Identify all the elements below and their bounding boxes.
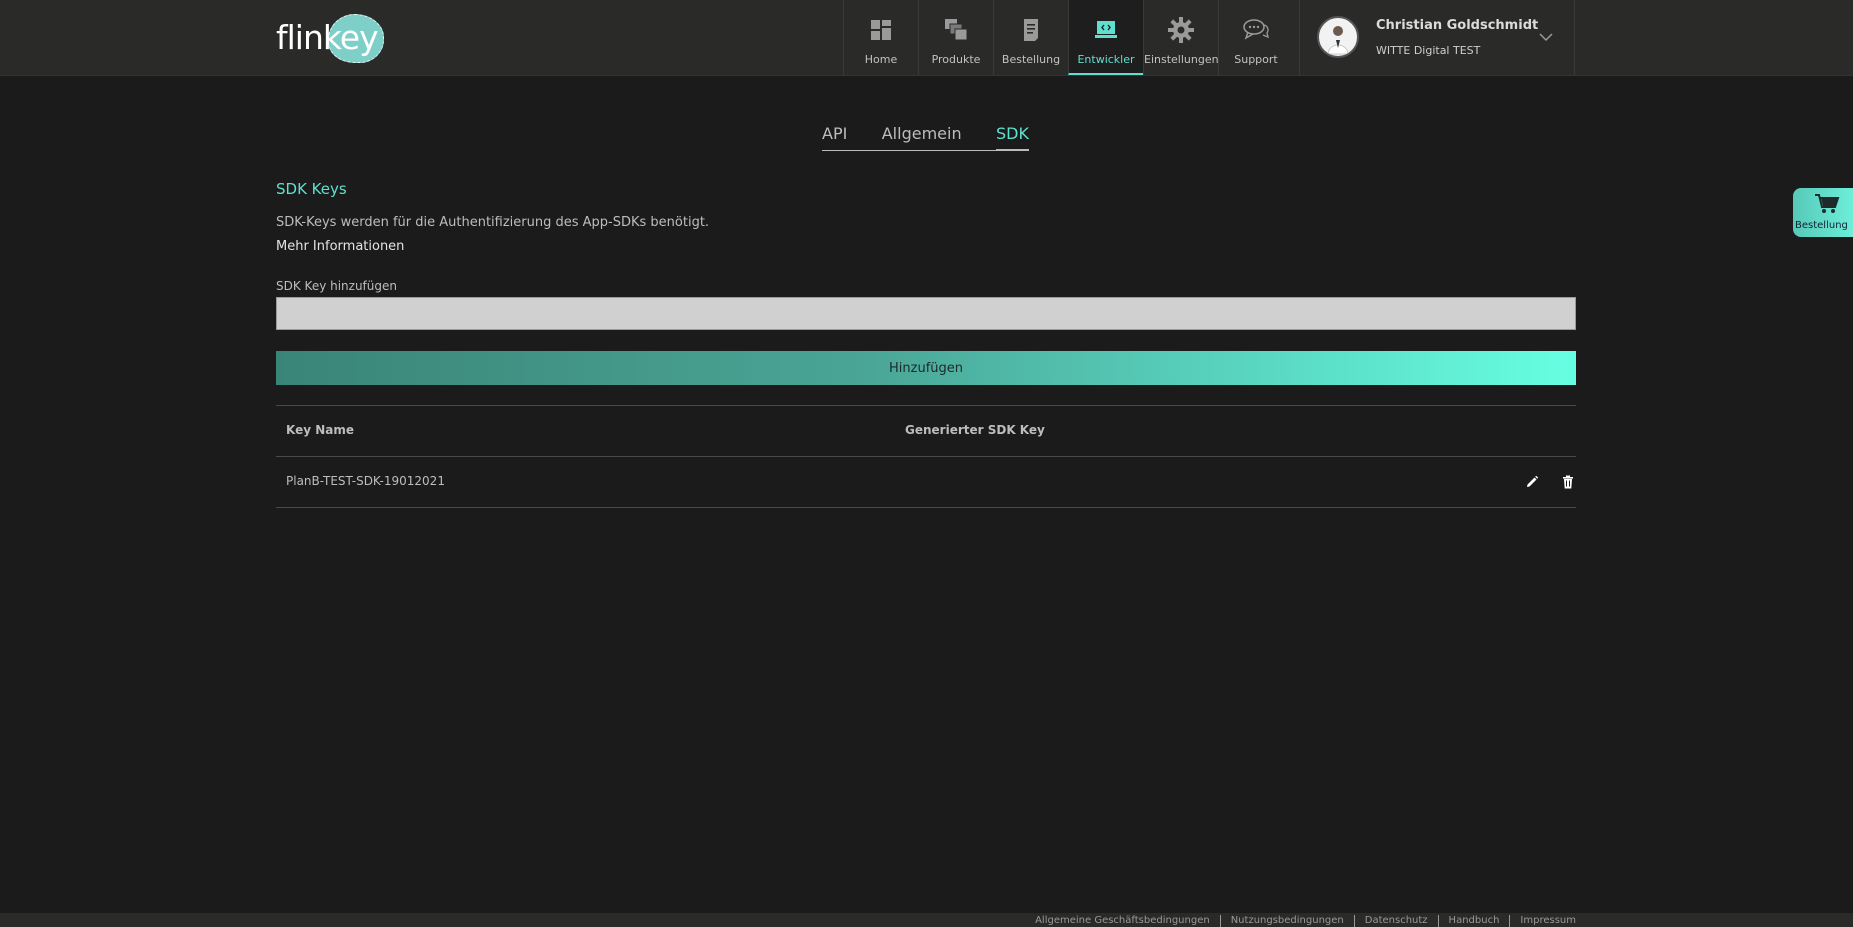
user-menu[interactable]: Christian Goldschmidt WITTE Digital TEST: [1299, 0, 1575, 75]
table-row: PlanB-TEST-SDK-19012021: [276, 457, 1576, 508]
nav-item-home[interactable]: Home: [843, 0, 918, 75]
chevron-down-icon[interactable]: [1538, 29, 1554, 45]
logo-text: flinkey: [276, 18, 379, 57]
nav-label: Bestellung: [1001, 53, 1061, 66]
nav-label: Produkte: [931, 53, 981, 66]
column-key-name: Key Name: [286, 423, 355, 437]
footer: Allgemeine Geschäftsbedingungen Nutzungs…: [0, 913, 1853, 927]
flinkey-logo[interactable]: flinkey: [276, 12, 386, 64]
key-name-cell: PlanB-TEST-SDK-19012021: [286, 474, 445, 488]
more-info-link[interactable]: Mehr Informationen: [276, 239, 404, 254]
trash-icon[interactable]: [1560, 474, 1576, 490]
tab-sdk[interactable]: SDK: [996, 124, 1029, 150]
footer-link-nutzungsbedingungen[interactable]: Nutzungsbedingungen: [1219, 915, 1354, 927]
section-description: SDK-Keys werden für die Authentifizierun…: [276, 215, 710, 230]
nav-label: Home: [864, 53, 898, 66]
products-icon: [945, 19, 968, 41]
order-icon: [1024, 19, 1038, 41]
main-nav: Home Produkte Bestellung Entwickler Eins…: [843, 0, 1293, 75]
chat-icon: [1243, 19, 1269, 40]
sdk-keys-table: Key Name Generierter SDK Key PlanB-TEST-…: [276, 405, 1576, 508]
nav-label: Einstellungen: [1144, 53, 1219, 66]
sdk-key-input[interactable]: [276, 297, 1576, 330]
section-title: SDK Keys: [276, 180, 347, 198]
dashboard-icon: [871, 20, 891, 40]
side-cart-label: Bestellung: [1795, 220, 1848, 231]
table-header: Key Name Generierter SDK Key: [276, 405, 1576, 457]
developer-icon: [1095, 21, 1117, 38]
gear-icon: [1168, 17, 1194, 43]
sdk-key-label: SDK Key hinzufügen: [276, 279, 397, 293]
top-header: flinkey Home Produkte Bestellung Entwick…: [0, 0, 1853, 76]
side-cart-button[interactable]: Bestellung: [1793, 188, 1853, 237]
nav-label: Entwickler: [1077, 53, 1135, 66]
footer-link-handbuch[interactable]: Handbuch: [1437, 915, 1510, 927]
footer-link-impressum[interactable]: Impressum: [1509, 915, 1576, 927]
tab-allgemein[interactable]: Allgemein: [882, 124, 962, 150]
user-organization: WITTE Digital TEST: [1376, 44, 1481, 57]
nav-item-einstellungen[interactable]: Einstellungen: [1143, 0, 1219, 75]
avatar-icon: [1327, 26, 1349, 55]
nav-item-produkte[interactable]: Produkte: [918, 0, 993, 75]
add-button[interactable]: Hinzufügen: [276, 351, 1576, 385]
avatar: [1317, 16, 1359, 58]
tab-api[interactable]: API: [822, 124, 847, 150]
footer-links: Allgemeine Geschäftsbedingungen Nutzungs…: [1025, 915, 1576, 927]
edit-icon[interactable]: [1524, 474, 1540, 490]
nav-item-support[interactable]: Support: [1218, 0, 1293, 75]
footer-link-datenschutz[interactable]: Datenschutz: [1353, 915, 1438, 927]
footer-link-agb[interactable]: Allgemeine Geschäftsbedingungen: [1025, 915, 1220, 927]
user-name: Christian Goldschmidt: [1376, 18, 1539, 33]
nav-item-bestellung[interactable]: Bestellung: [993, 0, 1068, 75]
developer-tabs: API Allgemein SDK: [822, 124, 1029, 151]
column-generated-key: Generierter SDK Key: [905, 423, 1045, 437]
nav-item-entwickler[interactable]: Entwickler: [1068, 0, 1143, 75]
nav-label: Support: [1234, 53, 1278, 66]
cart-icon: [1815, 194, 1840, 213]
